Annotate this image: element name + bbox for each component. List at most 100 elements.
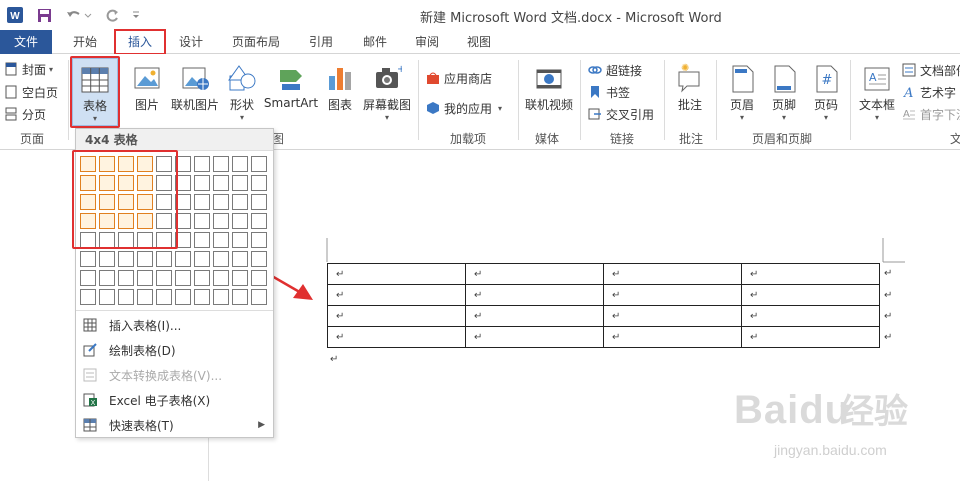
table-cell[interactable]: ↵	[465, 305, 604, 327]
grid-cell[interactable]	[232, 289, 248, 305]
blank-page-button[interactable]: 空白页	[4, 82, 58, 102]
quick-tables-menu-item[interactable]: 快速表格(T) ▶	[76, 413, 273, 437]
table-cell[interactable]: ↵	[741, 305, 880, 327]
table-cell[interactable]: ↵	[741, 326, 880, 348]
table-cell[interactable]: ↵	[603, 263, 742, 285]
table-cell[interactable]: ↵	[741, 284, 880, 306]
table-cell[interactable]: ↵	[465, 326, 604, 348]
grid-cell[interactable]	[156, 270, 172, 286]
hyperlink-button[interactable]: 超链接	[588, 60, 642, 80]
grid-cell[interactable]	[213, 175, 229, 191]
grid-cell[interactable]	[194, 194, 210, 210]
table-cell[interactable]: ↵	[603, 326, 742, 348]
grid-cell[interactable]	[213, 289, 229, 305]
grid-cell[interactable]	[118, 251, 134, 267]
grid-cell[interactable]	[118, 270, 134, 286]
grid-cell[interactable]	[213, 232, 229, 248]
textbox-button[interactable]: A 文本框 ▾	[856, 58, 898, 122]
grid-cell[interactable]	[137, 270, 153, 286]
grid-cell[interactable]	[251, 175, 267, 191]
grid-cell[interactable]	[194, 270, 210, 286]
grid-cell[interactable]	[251, 213, 267, 229]
save-icon[interactable]	[36, 6, 52, 24]
table-cell[interactable]: ↵	[603, 284, 742, 306]
grid-cell[interactable]	[213, 213, 229, 229]
grid-cell[interactable]	[213, 156, 229, 172]
cross-reference-button[interactable]: 交叉引用	[588, 104, 654, 124]
grid-cell[interactable]	[194, 251, 210, 267]
cover-page-button[interactable]: 封面 ▾	[4, 59, 53, 79]
shapes-button[interactable]: 形状 ▾	[226, 58, 258, 122]
bookmark-button[interactable]: 书签	[588, 82, 630, 102]
store-button[interactable]: 应用商店	[426, 68, 492, 88]
screenshot-button[interactable]: + 屏幕截图 ▾	[360, 58, 414, 122]
grid-cell[interactable]	[175, 270, 191, 286]
grid-cell[interactable]	[251, 251, 267, 267]
grid-cell[interactable]	[232, 232, 248, 248]
picture-button[interactable]: 图片	[130, 58, 164, 113]
grid-cell[interactable]	[175, 251, 191, 267]
page-break-button[interactable]: 分页	[4, 104, 46, 124]
tab-design[interactable]: 设计	[170, 30, 212, 54]
tab-view[interactable]: 视图	[458, 30, 500, 54]
table-cell[interactable]: ↵	[465, 263, 604, 285]
grid-cell[interactable]	[137, 289, 153, 305]
tab-review[interactable]: 审阅	[406, 30, 448, 54]
grid-cell[interactable]	[137, 251, 153, 267]
tab-references[interactable]: 引用	[300, 30, 342, 54]
inserted-table[interactable]: ↵ ↵ ↵ ↵ ↵ ↵ ↵ ↵ ↵ ↵ ↵ ↵ ↵ ↵ ↵ ↵	[327, 263, 880, 348]
grid-cell[interactable]	[156, 251, 172, 267]
smartart-button[interactable]: SmartArt	[262, 58, 320, 110]
tab-mailings[interactable]: 邮件	[354, 30, 396, 54]
grid-cell[interactable]	[232, 270, 248, 286]
grid-cell[interactable]	[194, 156, 210, 172]
customize-icon[interactable]	[130, 6, 142, 24]
tab-home[interactable]: 开始	[62, 30, 108, 54]
grid-cell[interactable]	[232, 194, 248, 210]
tab-insert[interactable]: 插入	[114, 29, 166, 55]
grid-cell[interactable]	[232, 213, 248, 229]
grid-cell[interactable]	[251, 156, 267, 172]
table-cell[interactable]: ↵	[741, 263, 880, 285]
grid-cell[interactable]	[156, 289, 172, 305]
table-cell[interactable]: ↵	[603, 305, 742, 327]
grid-cell[interactable]	[175, 289, 191, 305]
grid-cell[interactable]	[213, 270, 229, 286]
grid-cell[interactable]	[194, 175, 210, 191]
grid-cell[interactable]	[232, 175, 248, 191]
header-button[interactable]: 页眉 ▾	[724, 58, 760, 122]
my-apps-button[interactable]: 我的应用 ▾	[426, 98, 502, 118]
grid-cell[interactable]	[80, 270, 96, 286]
grid-cell[interactable]	[194, 289, 210, 305]
tab-file[interactable]: 文件	[0, 30, 52, 54]
table-cell[interactable]: ↵	[327, 326, 466, 348]
page-number-button[interactable]: # 页码 ▾	[808, 58, 844, 122]
grid-cell[interactable]	[251, 289, 267, 305]
online-video-button[interactable]: 联机视频	[522, 58, 576, 113]
grid-cell[interactable]	[118, 289, 134, 305]
grid-cell[interactable]	[251, 232, 267, 248]
grid-cell[interactable]	[213, 194, 229, 210]
grid-cell[interactable]	[80, 289, 96, 305]
grid-cell[interactable]	[194, 213, 210, 229]
comment-button[interactable]: ✺ 批注	[672, 58, 708, 113]
table-cell[interactable]: ↵	[327, 305, 466, 327]
redo-icon[interactable]	[104, 6, 120, 24]
chart-button[interactable]: 图表	[324, 58, 356, 113]
table-cell[interactable]: ↵	[327, 284, 466, 306]
word-app-icon[interactable]: W	[6, 6, 24, 24]
footer-button[interactable]: 页脚 ▾	[766, 58, 802, 122]
quick-parts-button[interactable]: 文档部件	[902, 60, 960, 80]
grid-cell[interactable]	[213, 251, 229, 267]
grid-cell[interactable]	[80, 251, 96, 267]
wordart-button[interactable]: A 艺术字	[902, 82, 956, 102]
grid-cell[interactable]	[99, 289, 115, 305]
undo-icon[interactable]	[64, 6, 94, 24]
table-cell[interactable]: ↵	[327, 263, 466, 285]
drop-cap-button[interactable]: A 首字下沉	[902, 104, 960, 124]
convert-text-menu-item[interactable]: 文本转换成表格(V)...	[76, 363, 273, 387]
grid-cell[interactable]	[194, 232, 210, 248]
grid-cell[interactable]	[99, 251, 115, 267]
grid-cell[interactable]	[251, 270, 267, 286]
table-cell[interactable]: ↵	[465, 284, 604, 306]
